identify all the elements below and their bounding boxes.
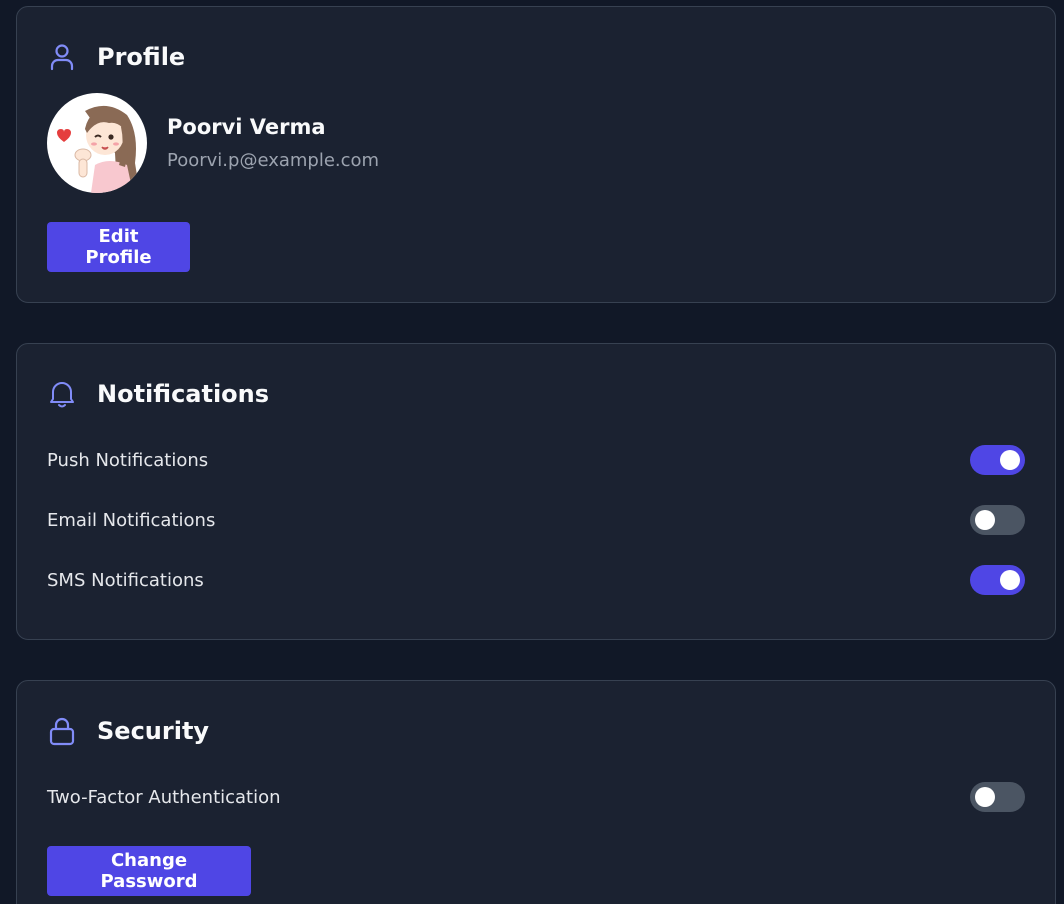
notifications-title: Notifications <box>97 380 270 408</box>
profile-title: Profile <box>97 43 186 71</box>
bell-icon <box>47 379 77 409</box>
notifications-card: Notifications Push Notifications Email N… <box>16 343 1056 640</box>
push-notifications-toggle[interactable] <box>970 445 1025 475</box>
toggle-knob <box>1000 570 1020 590</box>
user-name: Poorvi Verma <box>167 115 326 139</box>
setting-label: Push Notifications <box>47 449 209 471</box>
email-notifications-row: Email Notifications <box>47 504 1025 536</box>
settings-page: Profile Poorvi Verma Poorvi.p@example.co… <box>0 0 1064 904</box>
two-factor-row: Two-Factor Authentication <box>47 781 1025 813</box>
toggle-knob <box>975 510 995 530</box>
security-card: Security Two-Factor Authentication Chang… <box>16 680 1056 904</box>
edit-profile-button[interactable]: Edit Profile <box>47 222 190 272</box>
email-notifications-toggle[interactable] <box>970 505 1025 535</box>
sms-notifications-row: SMS Notifications <box>47 564 1025 596</box>
profile-card: Profile Poorvi Verma Poorvi.p@example.co… <box>16 6 1056 303</box>
toggle-knob <box>975 787 995 807</box>
setting-label: Two-Factor Authentication <box>47 786 281 808</box>
setting-label: SMS Notifications <box>47 569 204 591</box>
lock-icon <box>47 716 77 746</box>
user-icon <box>47 42 77 72</box>
sms-notifications-toggle[interactable] <box>970 565 1025 595</box>
setting-label: Email Notifications <box>47 509 216 531</box>
avatar <box>47 93 147 193</box>
notifications-header: Notifications <box>47 378 269 410</box>
toggle-knob <box>1000 450 1020 470</box>
profile-header: Profile <box>47 41 185 73</box>
user-email: Poorvi.p@example.com <box>167 150 380 171</box>
security-header: Security <box>47 715 209 747</box>
push-notifications-row: Push Notifications <box>47 444 1025 476</box>
two-factor-toggle[interactable] <box>970 782 1025 812</box>
security-title: Security <box>97 717 210 745</box>
change-password-button[interactable]: Change Password <box>47 846 251 896</box>
